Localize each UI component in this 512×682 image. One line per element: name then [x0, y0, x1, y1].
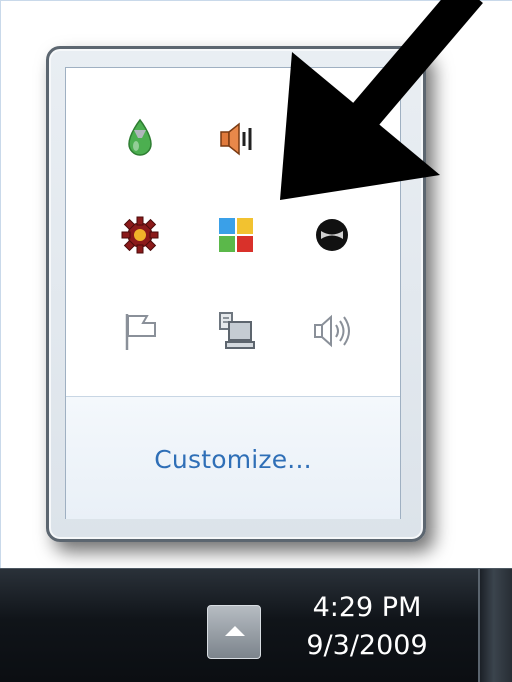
taskbar: 4:29 PM 9/3/2009 — [0, 568, 512, 682]
chevron-up-icon — [225, 626, 245, 636]
show-desktop-button[interactable] — [478, 569, 512, 682]
taskbar-clock[interactable]: 4:29 PM 9/3/2009 — [282, 589, 452, 665]
tray-icon-grid — [66, 68, 400, 398]
black-circle-app-icon[interactable] — [309, 212, 355, 258]
flyout-panel: Customize... — [65, 67, 401, 519]
red-gear-app-icon[interactable] — [117, 212, 163, 258]
action-center-flag-icon[interactable] — [117, 308, 163, 354]
clock-date: 9/3/2009 — [306, 630, 428, 661]
show-hidden-icons-button[interactable] — [207, 605, 261, 659]
green-droplet-app-icon[interactable] — [117, 116, 163, 162]
customize-link[interactable]: Customize... — [66, 445, 400, 474]
muted-speaker-icon[interactable] — [213, 116, 259, 162]
notification-overflow-flyout: Customize... — [46, 46, 426, 542]
windows-flag-app-icon[interactable] — [213, 212, 259, 258]
clock-time: 4:29 PM — [312, 592, 422, 623]
network-computer-icon[interactable] — [213, 308, 259, 354]
customize-area: Customize... — [66, 397, 400, 519]
volume-speaker-icon[interactable] — [309, 308, 355, 354]
